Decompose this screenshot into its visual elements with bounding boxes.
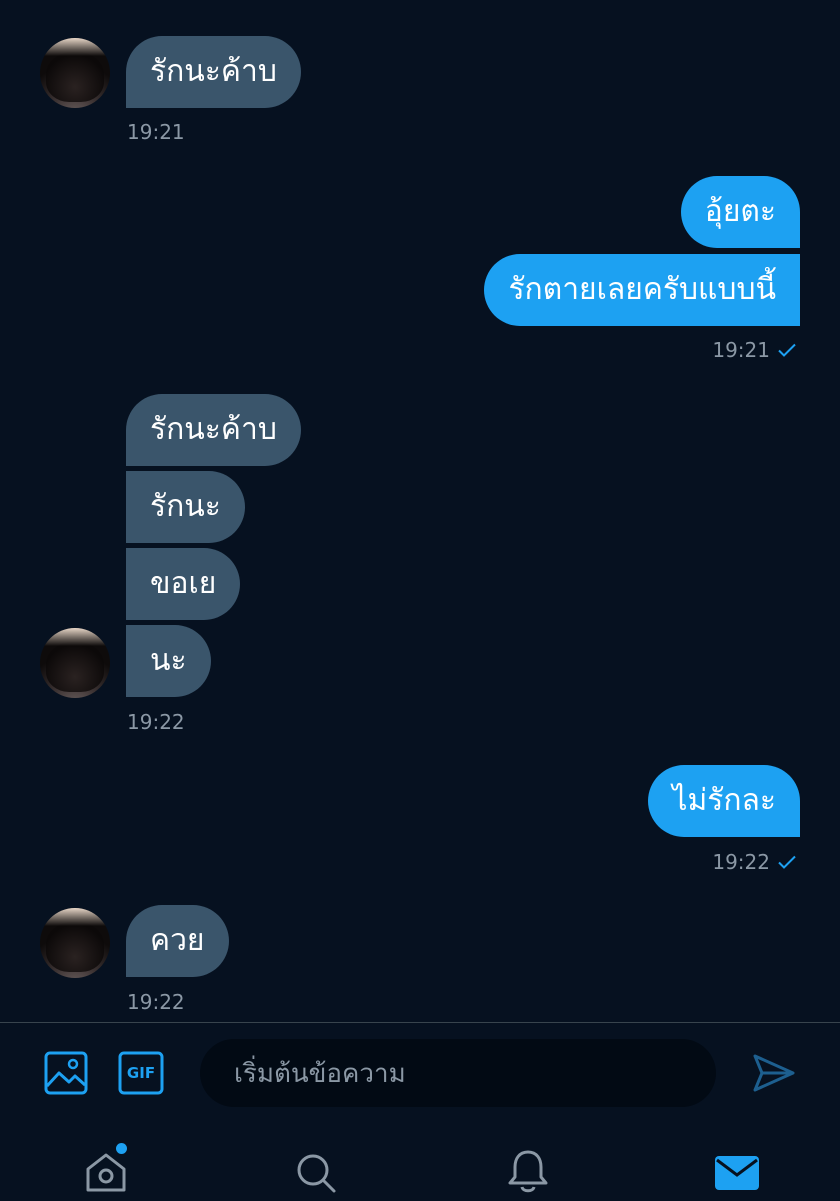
avatar[interactable] [40, 908, 110, 978]
message-timestamp: 19:22 [712, 850, 770, 874]
avatar[interactable] [40, 628, 110, 698]
message-timestamp: 19:22 [127, 710, 185, 734]
notifications-icon[interactable] [506, 1147, 550, 1195]
incoming-message[interactable]: ขอเย [126, 548, 241, 620]
message-timestamp: 19:21 [127, 120, 185, 144]
message-text: รักนะค้าบ [150, 54, 277, 89]
incoming-message[interactable]: นะ [126, 625, 211, 697]
gif-label: GIF [126, 1064, 156, 1082]
message-text: ขอเย [150, 566, 217, 601]
image-icon[interactable] [44, 1051, 88, 1095]
messages-icon[interactable] [714, 1155, 760, 1191]
message-text: รักนะ [150, 489, 221, 524]
home-icon[interactable] [83, 1149, 129, 1193]
message-thread: รักนะค้าบ 19:21 อุ้ยตะ รักตายเลยครับแบบน… [0, 0, 840, 1022]
message-timestamp-row: 19:21 [712, 338, 796, 362]
message-input[interactable]: เริ่มต้นข้อความ [200, 1039, 716, 1107]
message-timestamp: 19:21 [712, 338, 770, 362]
send-icon[interactable] [752, 1053, 796, 1093]
message-text: ไม่รักละ [672, 783, 776, 818]
notification-dot [116, 1143, 127, 1154]
message-text: รักนะค้าบ [150, 412, 277, 447]
message-text: นะ [150, 643, 187, 678]
incoming-message[interactable]: ควย [126, 905, 229, 977]
gif-icon[interactable]: GIF [118, 1051, 164, 1095]
incoming-message[interactable]: รักนะค้าบ [126, 394, 301, 466]
message-text: รักตายเลยครับแบบนี้ [508, 272, 776, 307]
composer-bar: GIF เริ่มต้นข้อความ [0, 1022, 840, 1201]
message-text: อุ้ยตะ [704, 194, 776, 229]
message-text: ควย [150, 923, 205, 958]
outgoing-message[interactable]: ไม่รักละ [648, 765, 800, 837]
search-icon[interactable] [294, 1151, 338, 1195]
outgoing-message[interactable]: อุ้ยตะ [680, 176, 800, 248]
message-timestamp-row: 19:22 [712, 850, 796, 874]
message-timestamp: 19:22 [127, 990, 185, 1014]
message-input-placeholder: เริ่มต้นข้อความ [234, 1058, 406, 1089]
outgoing-message[interactable]: รักตายเลยครับแบบนี้ [484, 254, 800, 326]
incoming-message[interactable]: รักนะค้าบ [126, 36, 301, 108]
incoming-message[interactable]: รักนะ [126, 471, 245, 543]
avatar[interactable] [40, 38, 110, 108]
check-icon [778, 343, 796, 357]
check-icon [778, 855, 796, 869]
